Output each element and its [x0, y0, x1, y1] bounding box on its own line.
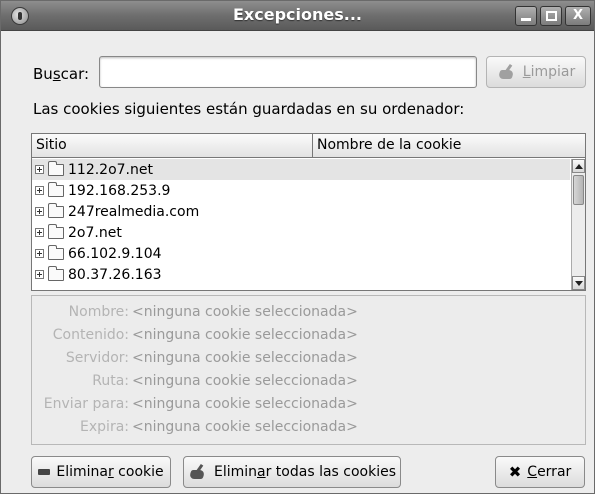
broom-icon: [497, 64, 517, 80]
remove-all-label-key: a: [257, 464, 266, 480]
expand-icon[interactable]: [35, 207, 44, 216]
remove-all-label-pre: Elimin: [213, 464, 257, 480]
detail-label: Nombre:: [68, 304, 129, 320]
remove-label-pre: Elimina: [56, 464, 108, 480]
folder-icon: [48, 160, 64, 176]
clear-label-post: impiar: [530, 64, 576, 80]
expand-icon[interactable]: [35, 228, 44, 237]
expand-icon[interactable]: [35, 270, 44, 279]
site-name: 192.168.253.9: [68, 182, 171, 199]
close-window-button[interactable]: X: [565, 6, 591, 26]
search-label: Buscar:: [33, 65, 89, 83]
site-name: 66.102.9.104: [68, 245, 162, 262]
close-label-post: errar: [537, 464, 572, 480]
broom-icon: [188, 464, 208, 480]
detail-row-nombre: Nombre: <ninguna cookie seleccionada>: [32, 304, 587, 324]
folder-icon: [48, 265, 64, 281]
detail-row-contenido: Contenido: <ninguna cookie seleccionada>: [32, 327, 587, 347]
expand-icon[interactable]: [35, 249, 44, 258]
remove-icon: [38, 469, 51, 475]
detail-label: Contenido:: [52, 327, 129, 343]
detail-label: Ruta:: [92, 373, 129, 389]
cookies-tree[interactable]: Sitio Nombre de la cookie 112.2o7.net 19…: [31, 133, 586, 291]
cookie-details-panel: Nombre: <ninguna cookie seleccionada> Co…: [31, 295, 586, 445]
search-label-post: car:: [60, 65, 90, 83]
detail-value: <ninguna cookie seleccionada>: [132, 327, 358, 343]
site-name: 80.37.26.163: [68, 266, 162, 283]
title-bar[interactable]: Excepciones... X: [1, 1, 594, 31]
expand-icon[interactable]: [35, 165, 44, 174]
tree-rows: 112.2o7.net 192.168.253.9 247realmedia.c…: [32, 159, 570, 285]
detail-row-servidor: Servidor: <ninguna cookie seleccionada>: [32, 350, 587, 370]
remove-label-post: cookie: [113, 464, 164, 480]
tree-row[interactable]: 80.37.26.163: [32, 264, 570, 285]
site-name: 247realmedia.com: [68, 203, 200, 220]
detail-value: <ninguna cookie seleccionada>: [132, 396, 358, 412]
scroll-down-arrow-icon[interactable]: [572, 276, 585, 290]
window-title: Excepciones...: [233, 5, 362, 24]
detail-value: <ninguna cookie seleccionada>: [132, 304, 358, 320]
scroll-up-arrow-icon[interactable]: [572, 159, 585, 173]
maximize-icon: [545, 11, 557, 21]
column-header-cookie-name[interactable]: Nombre de la cookie: [313, 134, 585, 158]
clear-button-label: Limpiar: [523, 64, 575, 80]
minimize-button[interactable]: [515, 6, 537, 26]
remove-cookie-button[interactable]: Eliminar cookie: [31, 456, 171, 488]
tree-row[interactable]: 247realmedia.com: [32, 201, 570, 222]
folder-icon: [48, 223, 64, 239]
clear-label-key: L: [522, 64, 531, 80]
exceptions-dialog: Excepciones... X Buscar: Limpiar Las coo…: [0, 0, 595, 494]
cookies-info-text: Las cookies siguientes están guardadas e…: [33, 100, 465, 118]
folder-icon: [48, 181, 64, 197]
detail-label: Expira:: [80, 419, 129, 435]
column-header-sitio[interactable]: Sitio: [32, 134, 313, 158]
detail-value: <ninguna cookie seleccionada>: [132, 419, 358, 435]
detail-row-ruta: Ruta: <ninguna cookie seleccionada>: [32, 373, 587, 393]
close-label-key: C: [527, 464, 538, 480]
remove-cookie-label: Eliminar cookie: [56, 464, 163, 480]
detail-row-enviar-para: Enviar para: <ninguna cookie seleccionad…: [32, 396, 587, 416]
tree-row[interactable]: 192.168.253.9: [32, 180, 570, 201]
detail-label: Enviar para:: [43, 396, 129, 412]
expand-icon[interactable]: [35, 186, 44, 195]
remove-all-label: Eliminar todas las cookies: [214, 464, 396, 480]
search-input[interactable]: [99, 56, 477, 88]
vertical-scrollbar[interactable]: [571, 159, 585, 290]
minimize-icon: [521, 18, 531, 21]
maximize-button[interactable]: [540, 6, 562, 26]
close-button[interactable]: ✖ Cerrar: [495, 456, 585, 488]
detail-row-expira: Expira: <ninguna cookie seleccionada>: [32, 419, 587, 439]
scrollbar-thumb[interactable]: [573, 175, 584, 205]
clear-button[interactable]: Limpiar: [486, 56, 586, 88]
site-name: 112.2o7.net: [68, 161, 153, 178]
tree-row[interactable]: 2o7.net: [32, 222, 570, 243]
site-name: 2o7.net: [68, 224, 122, 241]
folder-icon: [48, 202, 64, 218]
detail-value: <ninguna cookie seleccionada>: [132, 373, 358, 389]
remove-all-label-post: r todas las cookies: [265, 464, 397, 480]
detail-label: Servidor:: [65, 350, 129, 366]
tree-row[interactable]: 112.2o7.net: [32, 159, 570, 180]
search-label-key: s: [52, 65, 61, 83]
close-x-icon: ✖: [508, 463, 522, 481]
detail-value: <ninguna cookie seleccionada>: [132, 350, 358, 366]
close-button-label: Cerrar: [527, 464, 571, 480]
search-label-pre: Bu: [33, 65, 53, 83]
remove-all-cookies-button[interactable]: Eliminar todas las cookies: [183, 456, 401, 488]
close-icon: X: [572, 8, 584, 23]
folder-icon: [48, 244, 64, 260]
tree-row[interactable]: 66.102.9.104: [32, 243, 570, 264]
